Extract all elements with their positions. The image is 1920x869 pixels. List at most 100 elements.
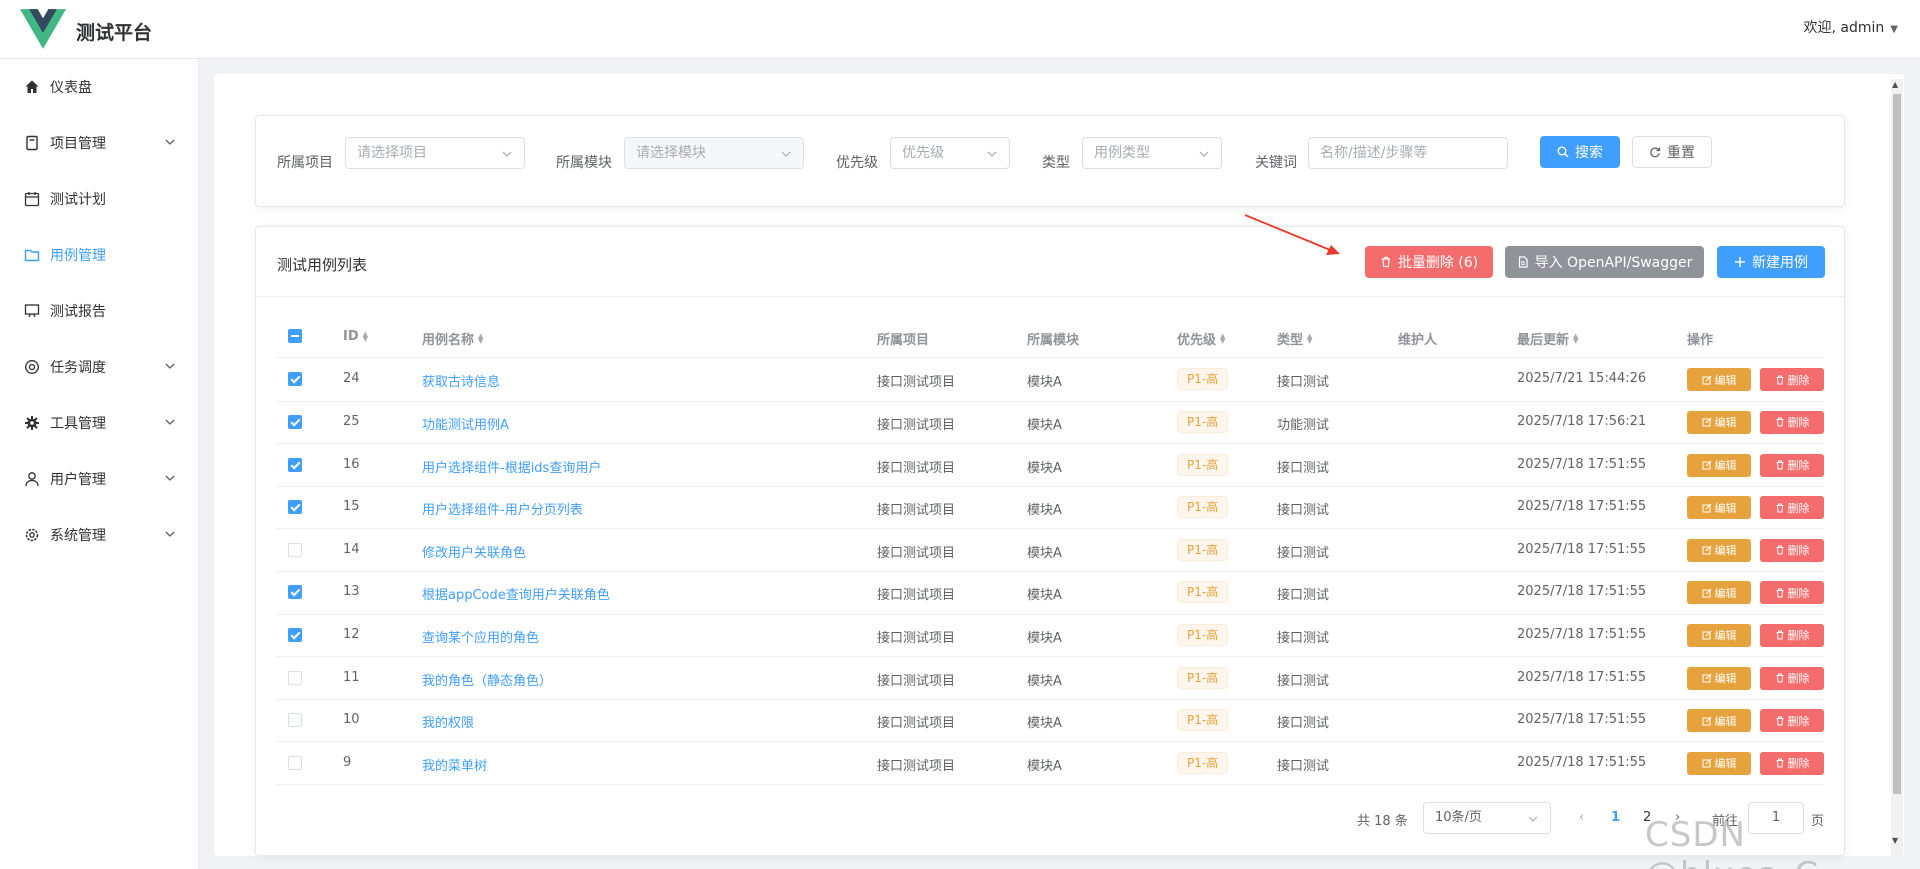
delete-button[interactable]: 删除 <box>1760 410 1824 434</box>
sidebar-item-reports[interactable]: 测试报告 <box>0 283 199 339</box>
delete-button[interactable]: 删除 <box>1760 751 1824 775</box>
edit-button[interactable]: 编辑 <box>1687 368 1751 392</box>
row-checkbox[interactable] <box>288 585 302 600</box>
row-updated: 2025/7/18 17:56:21 <box>1517 413 1647 429</box>
row-checkbox[interactable] <box>288 414 302 429</box>
edit-icon <box>1702 758 1711 768</box>
row-checkbox[interactable] <box>288 500 302 515</box>
batch-delete-button[interactable]: 批量删除 (6) <box>1365 246 1493 278</box>
delete-button[interactable]: 删除 <box>1760 666 1824 690</box>
sort-icon[interactable]: ▲ ▼ <box>1220 332 1225 344</box>
sidebar-item-test-cases[interactable]: 用例管理 <box>0 227 199 283</box>
trash-icon <box>1776 503 1783 513</box>
type-select-placeholder: 用例类型 <box>1094 145 1150 161</box>
sort-icon[interactable]: ▲ ▼ <box>1573 332 1578 344</box>
edit-button[interactable]: 编辑 <box>1687 581 1751 605</box>
select-all-checkbox[interactable] <box>288 329 302 343</box>
keyword-input[interactable]: 名称/描述/步骤等 <box>1308 137 1508 169</box>
delete-button[interactable]: 删除 <box>1760 496 1824 520</box>
sidebar-item-scheduling[interactable]: 任务调度 <box>0 339 199 395</box>
edit-button[interactable]: 编辑 <box>1687 666 1751 690</box>
row-checkbox[interactable] <box>288 542 302 557</box>
delete-button[interactable]: 删除 <box>1760 453 1824 477</box>
sort-icon[interactable]: ▲ ▼ <box>1307 332 1312 344</box>
delete-label: 删除 <box>1787 544 1810 558</box>
project-select[interactable]: 请选择项目 <box>345 137 525 169</box>
sort-icon[interactable]: ▲ ▼ <box>363 330 368 342</box>
delete-button[interactable]: 删除 <box>1760 368 1824 392</box>
edit-button[interactable]: 编辑 <box>1687 410 1751 434</box>
column-header-priority[interactable]: 优先级 ▲ ▼ <box>1177 329 1225 348</box>
row-checkbox[interactable] <box>288 713 302 728</box>
row-case-name-link[interactable]: 根据appCode查询用户关联角色 <box>422 584 610 603</box>
column-header-name[interactable]: 用例名称 ▲ ▼ <box>422 329 483 348</box>
row-case-name-link[interactable]: 用户选择组件-根据ids查询用户 <box>422 457 601 476</box>
delete-label: 删除 <box>1787 714 1810 728</box>
edit-icon <box>1702 716 1711 726</box>
sidebar-item-projects[interactable]: 项目管理 <box>0 115 199 171</box>
delete-button[interactable]: 删除 <box>1760 709 1824 733</box>
delete-label: 删除 <box>1787 373 1810 387</box>
page-size-select[interactable]: 10条/页 <box>1423 802 1551 834</box>
delete-button[interactable]: 删除 <box>1760 623 1824 647</box>
row-case-name-link[interactable]: 用户选择组件-用户分页列表 <box>422 499 583 518</box>
edit-button[interactable]: 编辑 <box>1687 453 1751 477</box>
app-title: 测试平台 <box>76 22 153 44</box>
search-button[interactable]: 搜索 <box>1540 136 1620 168</box>
scroll-up-icon[interactable]: ▲ <box>1892 80 1898 89</box>
scrollbar-thumb[interactable] <box>1893 94 1901 794</box>
edit-label: 编辑 <box>1714 586 1737 600</box>
delete-button[interactable]: 删除 <box>1760 581 1824 605</box>
row-checkbox[interactable] <box>288 457 302 472</box>
top-bar: 测试平台 欢迎, admin ▼ <box>0 0 1920 59</box>
row-checkbox[interactable] <box>288 670 302 685</box>
row-checkbox[interactable] <box>288 755 302 770</box>
row-type: 接口测试 <box>1277 716 1330 732</box>
row-module: 模块A <box>1027 716 1062 732</box>
sidebar-item-test-plan[interactable]: 测试计划 <box>0 171 199 227</box>
row-module: 模块A <box>1027 460 1062 476</box>
page-1[interactable]: 1 <box>1611 810 1620 825</box>
search-button-label: 搜索 <box>1575 145 1603 161</box>
sidebar-item-users[interactable]: 用户管理 <box>0 451 199 507</box>
row-case-name-link[interactable]: 我的角色（静态角色） <box>422 670 552 689</box>
sort-icon[interactable]: ▲ ▼ <box>478 332 483 344</box>
row-type: 接口测试 <box>1277 673 1330 689</box>
edit-button[interactable]: 编辑 <box>1687 538 1751 562</box>
row-case-name-link[interactable]: 我的权限 <box>422 712 474 731</box>
row-case-name-link[interactable]: 我的菜单树 <box>422 755 487 774</box>
delete-label: 删除 <box>1787 672 1810 685</box>
row-case-name-link[interactable]: 修改用户关联角色 <box>422 542 526 561</box>
user-menu[interactable]: 欢迎, admin ▼ <box>1804 17 1898 37</box>
column-header-type[interactable]: 类型 ▲ ▼ <box>1277 329 1312 348</box>
row-case-name-link[interactable]: 获取古诗信息 <box>422 371 500 390</box>
row-checkbox[interactable] <box>288 627 302 642</box>
new-case-button[interactable]: 新建用例 <box>1717 246 1825 278</box>
row-checkbox[interactable] <box>288 372 302 387</box>
priority-select[interactable]: 优先级 <box>890 137 1010 169</box>
prev-page-icon[interactable]: ‹ <box>1579 810 1584 825</box>
row-case-name-link[interactable]: 查询某个应用的角色 <box>422 627 539 646</box>
edit-button[interactable]: 编辑 <box>1687 751 1751 775</box>
reset-button[interactable]: 重置 <box>1632 136 1712 168</box>
priority-tag: P1-高 <box>1177 623 1229 646</box>
edit-icon <box>1702 503 1711 513</box>
sidebar-item-tools[interactable]: 工具管理 <box>0 395 199 451</box>
sidebar-item-dashboard[interactable]: 仪表盘 <box>0 59 199 115</box>
type-select[interactable]: 用例类型 <box>1082 137 1222 169</box>
row-id: 15 <box>343 499 360 515</box>
sidebar-item-system[interactable]: 系统管理 <box>0 507 199 563</box>
sidebar-item-label: 用例管理 <box>50 248 106 264</box>
delete-button[interactable]: 删除 <box>1760 538 1824 562</box>
report-icon <box>23 302 41 320</box>
column-header-id[interactable]: ID ▲ ▼ <box>343 329 368 344</box>
edit-button[interactable]: 编辑 <box>1687 709 1751 733</box>
column-header-updated[interactable]: 最后更新 ▲ ▼ <box>1517 329 1578 348</box>
row-case-name-link[interactable]: 功能测试用例A <box>422 414 509 433</box>
plus-icon <box>1735 257 1745 267</box>
edit-button[interactable]: 编辑 <box>1687 496 1751 520</box>
import-openapi-button[interactable]: 导入 OpenAPI/Swagger <box>1505 246 1704 278</box>
module-select[interactable]: 请选择模块 <box>624 137 804 169</box>
edit-button[interactable]: 编辑 <box>1687 623 1751 647</box>
user-greeting: 欢迎, admin <box>1803 20 1885 36</box>
